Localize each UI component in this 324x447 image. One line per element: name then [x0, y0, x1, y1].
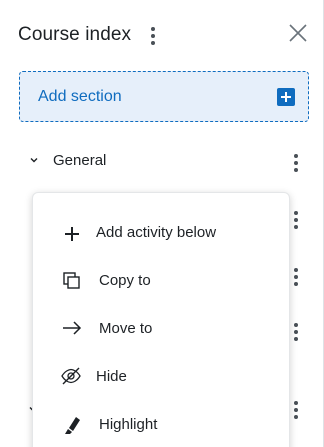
menu-item-label: Copy to — [99, 272, 151, 289]
menu-item-label: Highlight — [99, 416, 158, 433]
menu-item-label: Move to — [99, 320, 153, 337]
menu-item-highlight[interactable]: Highlight — [33, 404, 289, 444]
arrow-right-icon — [63, 321, 82, 335]
activity-options-kebab-icon[interactable] — [288, 267, 304, 287]
activity-options-kebab-icon[interactable] — [288, 322, 304, 342]
menu-item-hide[interactable]: Hide — [33, 356, 289, 396]
drawer-options-kebab-icon[interactable] — [145, 26, 161, 46]
copy-icon — [63, 272, 80, 289]
drawer-header: Course index — [18, 22, 323, 50]
drawer-title: Course index — [18, 24, 132, 45]
course-index-drawer: Course index Add section General Add act… — [0, 0, 324, 447]
section-actions-menu: Add activity below Copy to Move to Hide — [32, 192, 290, 447]
menu-item-label: Add activity below — [96, 224, 217, 241]
section-options-kebab-icon[interactable] — [288, 400, 304, 420]
add-section-button[interactable]: Add section — [19, 71, 309, 122]
section-row-general: General — [0, 149, 324, 175]
activity-options-kebab-icon[interactable] — [288, 210, 304, 230]
section-title[interactable]: General — [53, 152, 106, 169]
highlighter-icon — [65, 417, 80, 434]
plus-icon — [65, 227, 79, 241]
menu-item-move-to[interactable]: Move to — [33, 308, 289, 348]
menu-item-copy-to[interactable]: Copy to — [33, 260, 289, 300]
menu-item-label: Hide — [96, 368, 127, 385]
eye-slash-icon — [61, 367, 81, 385]
section-options-kebab-icon[interactable] — [288, 153, 304, 173]
add-section-label: Add section — [38, 88, 122, 105]
menu-item-add-activity-below[interactable]: Add activity below — [33, 213, 289, 253]
close-icon[interactable] — [287, 22, 309, 44]
plus-square-icon — [277, 88, 295, 106]
chevron-down-icon[interactable] — [29, 155, 39, 165]
